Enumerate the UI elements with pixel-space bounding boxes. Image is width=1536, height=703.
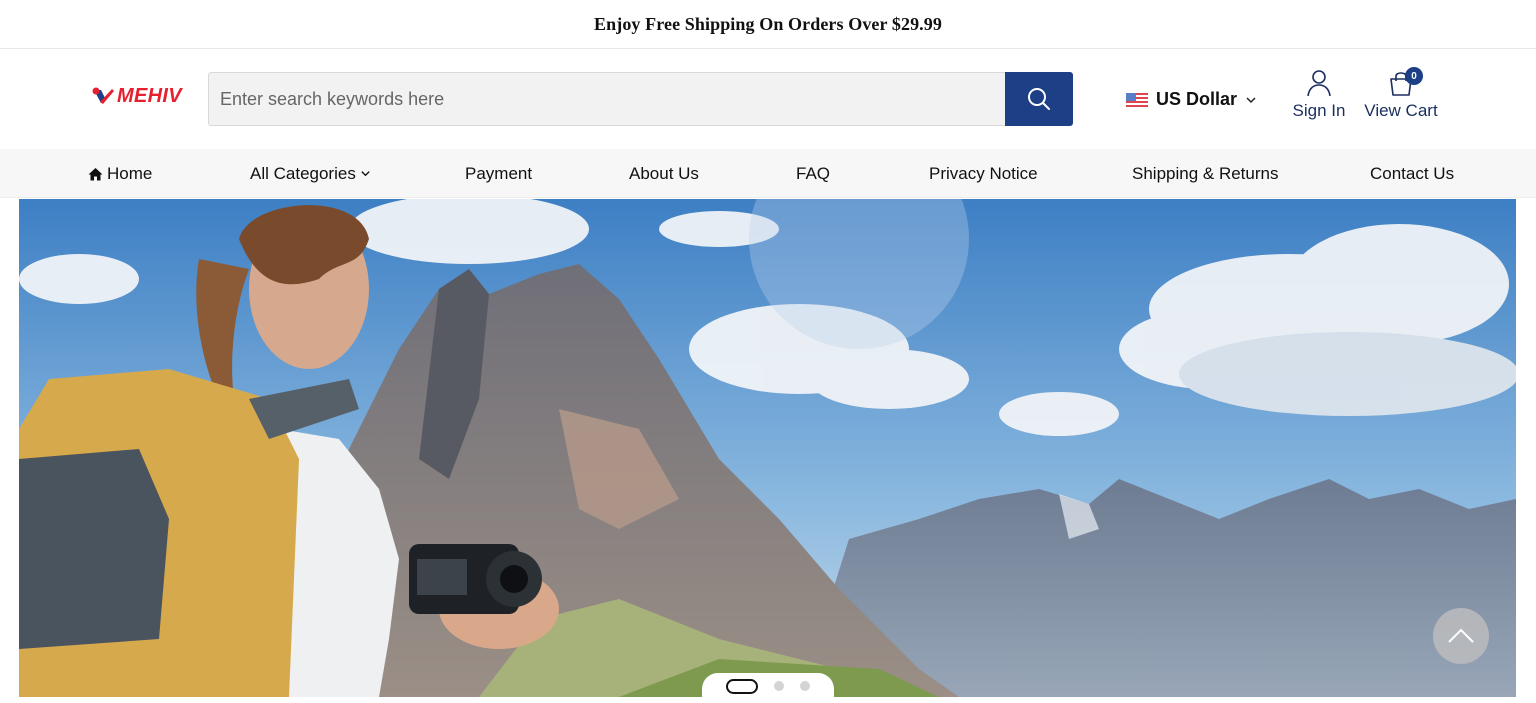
search-bar xyxy=(208,72,1073,126)
nav-privacy-notice-label: Privacy Notice xyxy=(929,163,1038,183)
view-cart-label: View Cart xyxy=(1364,101,1438,120)
chevron-up-icon xyxy=(1448,628,1474,643)
nav-payment[interactable]: Payment xyxy=(465,149,532,198)
chevron-down-icon xyxy=(361,171,370,177)
hero-banner[interactable] xyxy=(19,199,1516,697)
main-nav: Home All Categories Payment About Us FAQ… xyxy=(0,149,1536,198)
us-flag-icon xyxy=(1126,92,1148,107)
scroll-to-top-button[interactable] xyxy=(1433,608,1489,664)
carousel-dot-active[interactable] xyxy=(726,678,758,694)
announcement-text: Enjoy Free Shipping On Orders Over $29.9… xyxy=(594,13,942,34)
logo-text: MEHIV xyxy=(117,84,182,107)
site-logo[interactable]: MEHIV xyxy=(92,85,182,107)
carousel-pagination xyxy=(702,673,834,703)
cart-count-badge: 0 xyxy=(1405,67,1423,85)
hero-banner-image xyxy=(19,199,1516,697)
view-cart-link[interactable]: 0 View Cart xyxy=(1364,67,1438,121)
home-icon xyxy=(88,167,103,180)
currency-label: US Dollar xyxy=(1156,89,1238,109)
nav-privacy-notice[interactable]: Privacy Notice xyxy=(929,149,1038,198)
nav-contact-us-label: Contact Us xyxy=(1370,163,1455,183)
user-icon xyxy=(1307,70,1331,97)
nav-faq-label: FAQ xyxy=(796,163,831,183)
carousel-dot[interactable] xyxy=(774,681,784,691)
nav-about-us[interactable]: About Us xyxy=(629,149,699,198)
announcement-bar: Enjoy Free Shipping On Orders Over $29.9… xyxy=(0,0,1536,49)
nav-about-us-label: About Us xyxy=(629,163,699,183)
nav-home[interactable]: Home xyxy=(88,149,152,198)
carousel-dot[interactable] xyxy=(800,681,810,691)
currency-selector[interactable]: US Dollar xyxy=(1126,89,1257,110)
search-input[interactable] xyxy=(208,72,1005,126)
site-header: MEHIV US Dollar Sign In xyxy=(0,49,1536,149)
sign-in-link[interactable]: Sign In xyxy=(1292,69,1346,121)
nav-all-categories[interactable]: All Categories xyxy=(250,149,371,198)
nav-home-label: Home xyxy=(107,163,153,183)
search-icon xyxy=(1028,88,1050,110)
chevron-down-icon xyxy=(1246,96,1256,103)
logo-mark-icon xyxy=(92,87,114,104)
nav-shipping-returns-label: Shipping & Returns xyxy=(1132,163,1279,183)
nav-contact-us[interactable]: Contact Us xyxy=(1370,149,1454,198)
nav-shipping-returns[interactable]: Shipping & Returns xyxy=(1132,149,1278,198)
search-button[interactable] xyxy=(1005,72,1073,126)
sign-in-label: Sign In xyxy=(1292,101,1346,120)
nav-all-categories-label: All Categories xyxy=(250,163,356,183)
nav-payment-label: Payment xyxy=(465,163,533,183)
nav-faq[interactable]: FAQ xyxy=(796,149,830,198)
